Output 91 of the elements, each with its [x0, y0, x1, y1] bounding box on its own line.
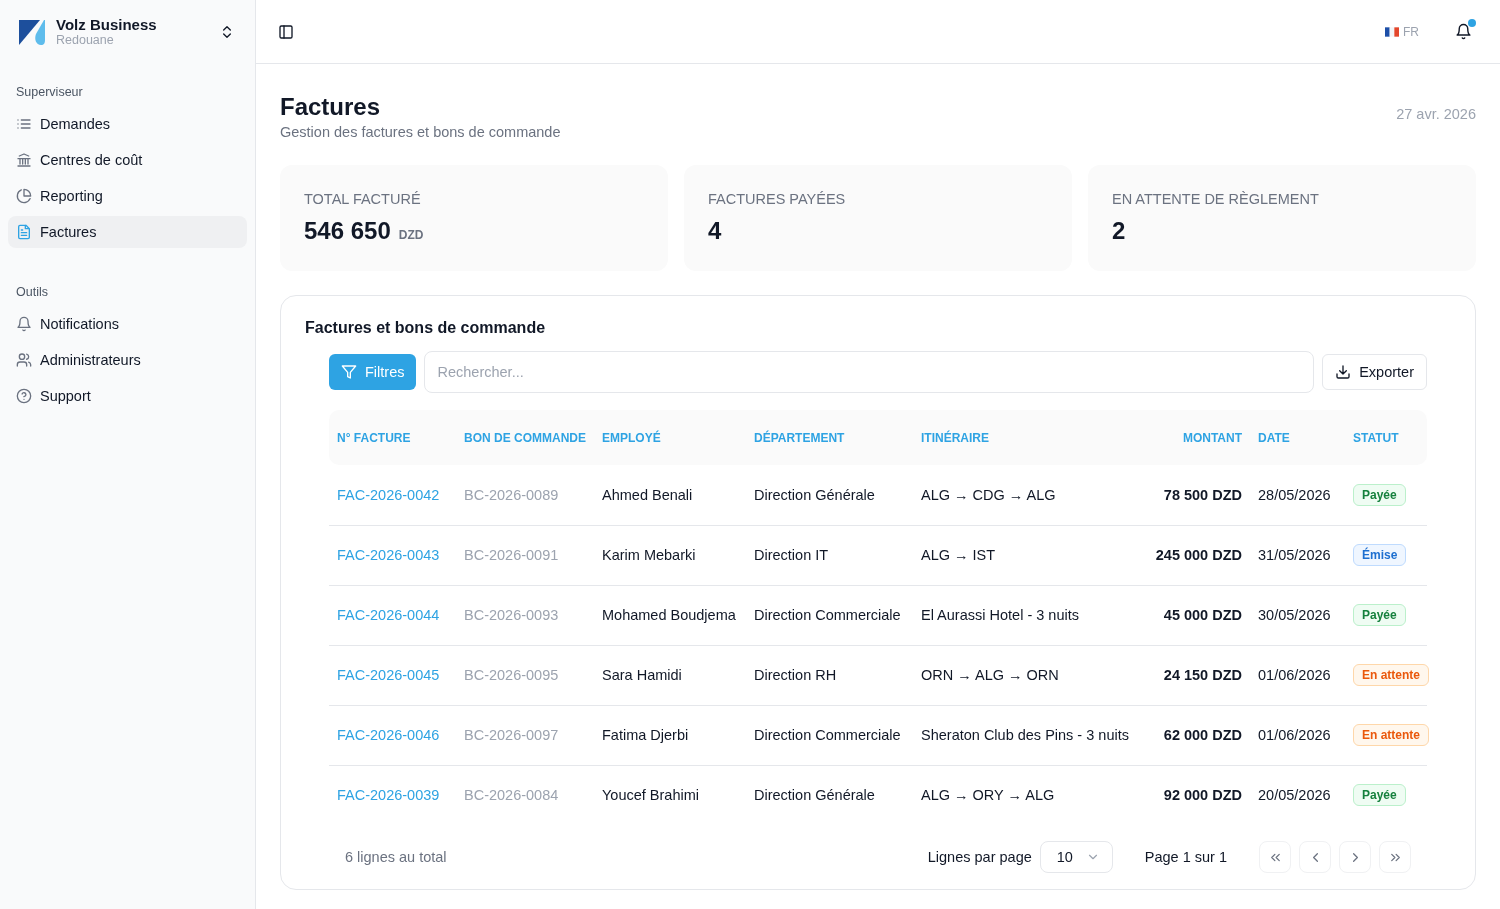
- stat-label: TOTAL FACTURÉ: [304, 191, 422, 207]
- list-icon: [16, 116, 32, 132]
- current-date: 27 avr. 2026: [1396, 106, 1476, 122]
- table-cell: 31/05/2026: [1258, 547, 1331, 563]
- table-cell: 28/05/2026: [1258, 486, 1331, 503]
- table-cell: 45 000 DZD: [1163, 607, 1242, 623]
- card-title: Factures et bons de commande: [305, 318, 547, 338]
- table-cell: Direction Générale: [754, 486, 875, 503]
- column-header: EMPLOYÉ: [602, 430, 661, 445]
- stat-value: 2: [1112, 217, 1126, 245]
- filter-icon: [341, 364, 357, 380]
- section-title: Superviseur: [15, 84, 84, 101]
- panel-left-icon: [278, 23, 294, 40]
- user-name: Redouane: [56, 33, 115, 48]
- table-cell: Direction Générale: [754, 787, 875, 804]
- table-cell: BC-2026-0089: [464, 486, 559, 503]
- rows-per-page-label: Lignes par page: [927, 849, 1032, 865]
- column-header: BON DE COMMANDE: [464, 430, 586, 445]
- table-cell: Karim Mebarki: [602, 547, 696, 563]
- table-cell: BC-2026-0097: [464, 727, 559, 743]
- table-cell: Ahmed Benali: [602, 486, 693, 503]
- pie-chart-icon: [16, 188, 32, 204]
- sidebar-item[interactable]: Reporting: [8, 180, 247, 212]
- sidebar-item[interactable]: Demandes: [8, 108, 247, 140]
- stat-label: EN ATTENTE DE RÈGLEMENT: [1112, 191, 1320, 207]
- brand-name: Volz Business: [56, 16, 158, 33]
- column-header: STATUT: [1353, 430, 1399, 445]
- sidebar-item[interactable]: Centres de coût: [8, 144, 247, 176]
- table-cell: ALG → IST: [921, 547, 996, 563]
- sidebar-item[interactable]: Factures: [8, 216, 247, 248]
- table-cell: BC-2026-0093: [464, 607, 559, 623]
- bell-icon: [16, 316, 32, 332]
- table-cell: BC-2026-0095: [464, 667, 559, 683]
- status-badge: Payée: [1353, 483, 1406, 506]
- stat-label: FACTURES PAYÉES: [708, 191, 847, 207]
- table-cell: 62 000 DZD: [1163, 727, 1242, 743]
- status-badge: Payée: [1353, 784, 1406, 807]
- table-cell: Direction IT: [754, 547, 829, 563]
- row-count: 6 lignes au total: [345, 849, 448, 865]
- stat-value: 4: [708, 217, 722, 245]
- rows-per-page-select[interactable]: 10: [1039, 841, 1113, 873]
- column-header: ITINÉRAIRE: [921, 430, 989, 445]
- status-badge: Payée: [1353, 604, 1406, 626]
- status-badge: Émise: [1353, 544, 1407, 566]
- section-title: Outils: [15, 284, 49, 301]
- sidebar-item[interactable]: Notifications: [8, 308, 247, 340]
- table-cell: Sara Hamidi: [602, 667, 682, 683]
- stat-unit: DZD: [398, 228, 424, 242]
- column-header: DÉPARTEMENT: [754, 430, 845, 445]
- logo-icon: [18, 18, 46, 46]
- table-cell: ALG → CDG → ALG: [921, 486, 1056, 503]
- table-cell: BC-2026-0084: [464, 787, 559, 804]
- table-cell: Youcef Brahimi: [602, 787, 699, 804]
- help-icon: [16, 388, 32, 404]
- page-indicator: Page 1 sur 1: [1144, 849, 1227, 865]
- flag-icon: [1385, 26, 1399, 37]
- table-cell: 01/06/2026: [1258, 727, 1331, 743]
- table-cell: Direction RH: [754, 667, 837, 683]
- page-subtitle: Gestion des factures et bons de commande: [280, 124, 561, 140]
- column-header: N° FACTURE: [337, 430, 411, 445]
- table-cell: 24 150 DZD: [1163, 667, 1242, 683]
- table-cell: 78 500 DZD: [1163, 486, 1242, 503]
- stat-value: 546 650: [304, 217, 391, 245]
- table-cell: 20/05/2026: [1258, 787, 1331, 804]
- column-header: DATE: [1258, 430, 1290, 445]
- status-badge: En attente: [1353, 664, 1429, 686]
- sidebar-item[interactable]: Administrateurs: [8, 344, 247, 376]
- table-cell: 245 000 DZD: [1155, 547, 1242, 563]
- status-badge: En attente: [1353, 724, 1429, 746]
- table-cell: El Aurassi Hotel - 3 nuits: [921, 607, 1079, 623]
- table-cell: ORN → ALG → ORN: [921, 667, 1059, 683]
- table-cell: Fatima Djerbi: [602, 727, 689, 743]
- sidebar-item[interactable]: Support: [8, 380, 247, 412]
- table-cell: 92 000 DZD: [1163, 787, 1242, 804]
- document-icon: [16, 224, 32, 240]
- table-cell: ALG → ORY → ALG: [921, 787, 1055, 804]
- table-cell: Mohamed Boudjema: [602, 607, 736, 623]
- search-field[interactable]: Rechercher...: [424, 351, 1315, 393]
- table-cell: Sheraton Club des Pins - 3 nuits: [921, 727, 1129, 743]
- table-cell: 01/06/2026: [1258, 667, 1331, 683]
- column-header: MONTANT: [1182, 430, 1242, 445]
- users-icon: [16, 352, 32, 368]
- table-cell: Direction Commerciale: [754, 607, 901, 623]
- table-cell: 30/05/2026: [1258, 607, 1331, 623]
- download-icon: [1335, 364, 1352, 380]
- table-cell: Direction Commerciale: [754, 727, 901, 743]
- table-cell: BC-2026-0091: [464, 547, 559, 563]
- bell-icon: [1455, 23, 1472, 40]
- export-button[interactable]: Exporter: [1322, 354, 1427, 390]
- bank-icon: [16, 152, 32, 168]
- page-title: Factures: [280, 92, 382, 122]
